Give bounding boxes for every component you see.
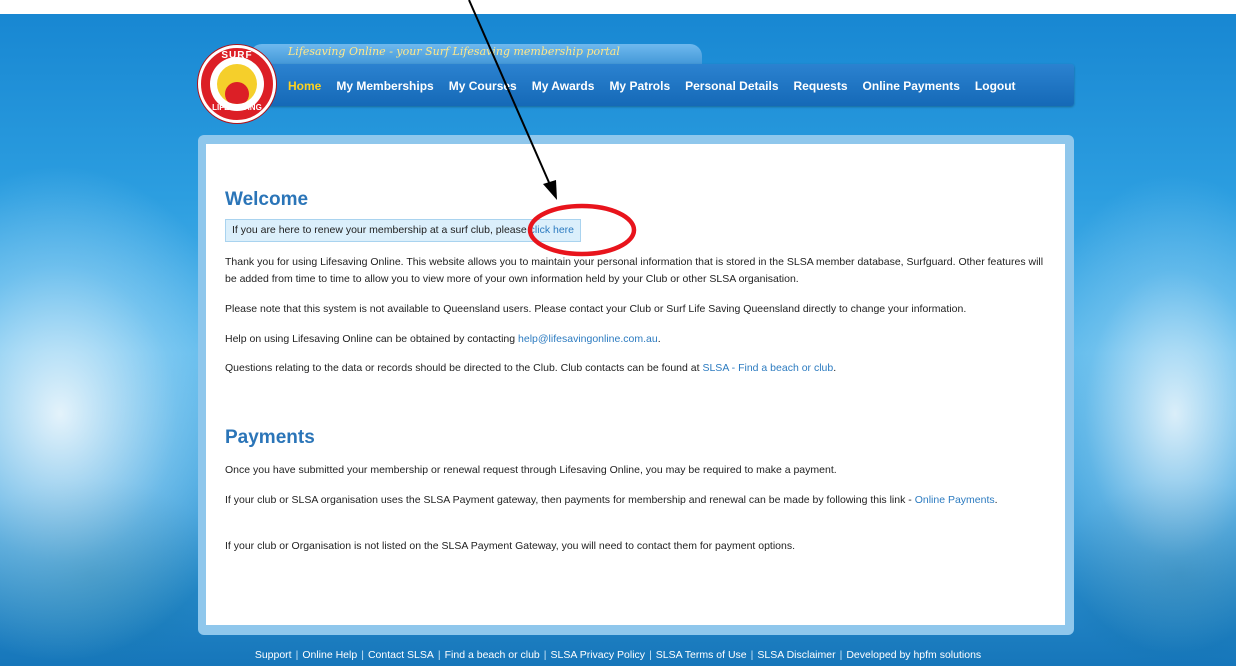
annotation-circle <box>527 203 637 257</box>
annotation-arrow-line <box>468 0 552 188</box>
annotation-arrow-head <box>543 180 557 200</box>
annotation-overlay <box>468 0 637 257</box>
